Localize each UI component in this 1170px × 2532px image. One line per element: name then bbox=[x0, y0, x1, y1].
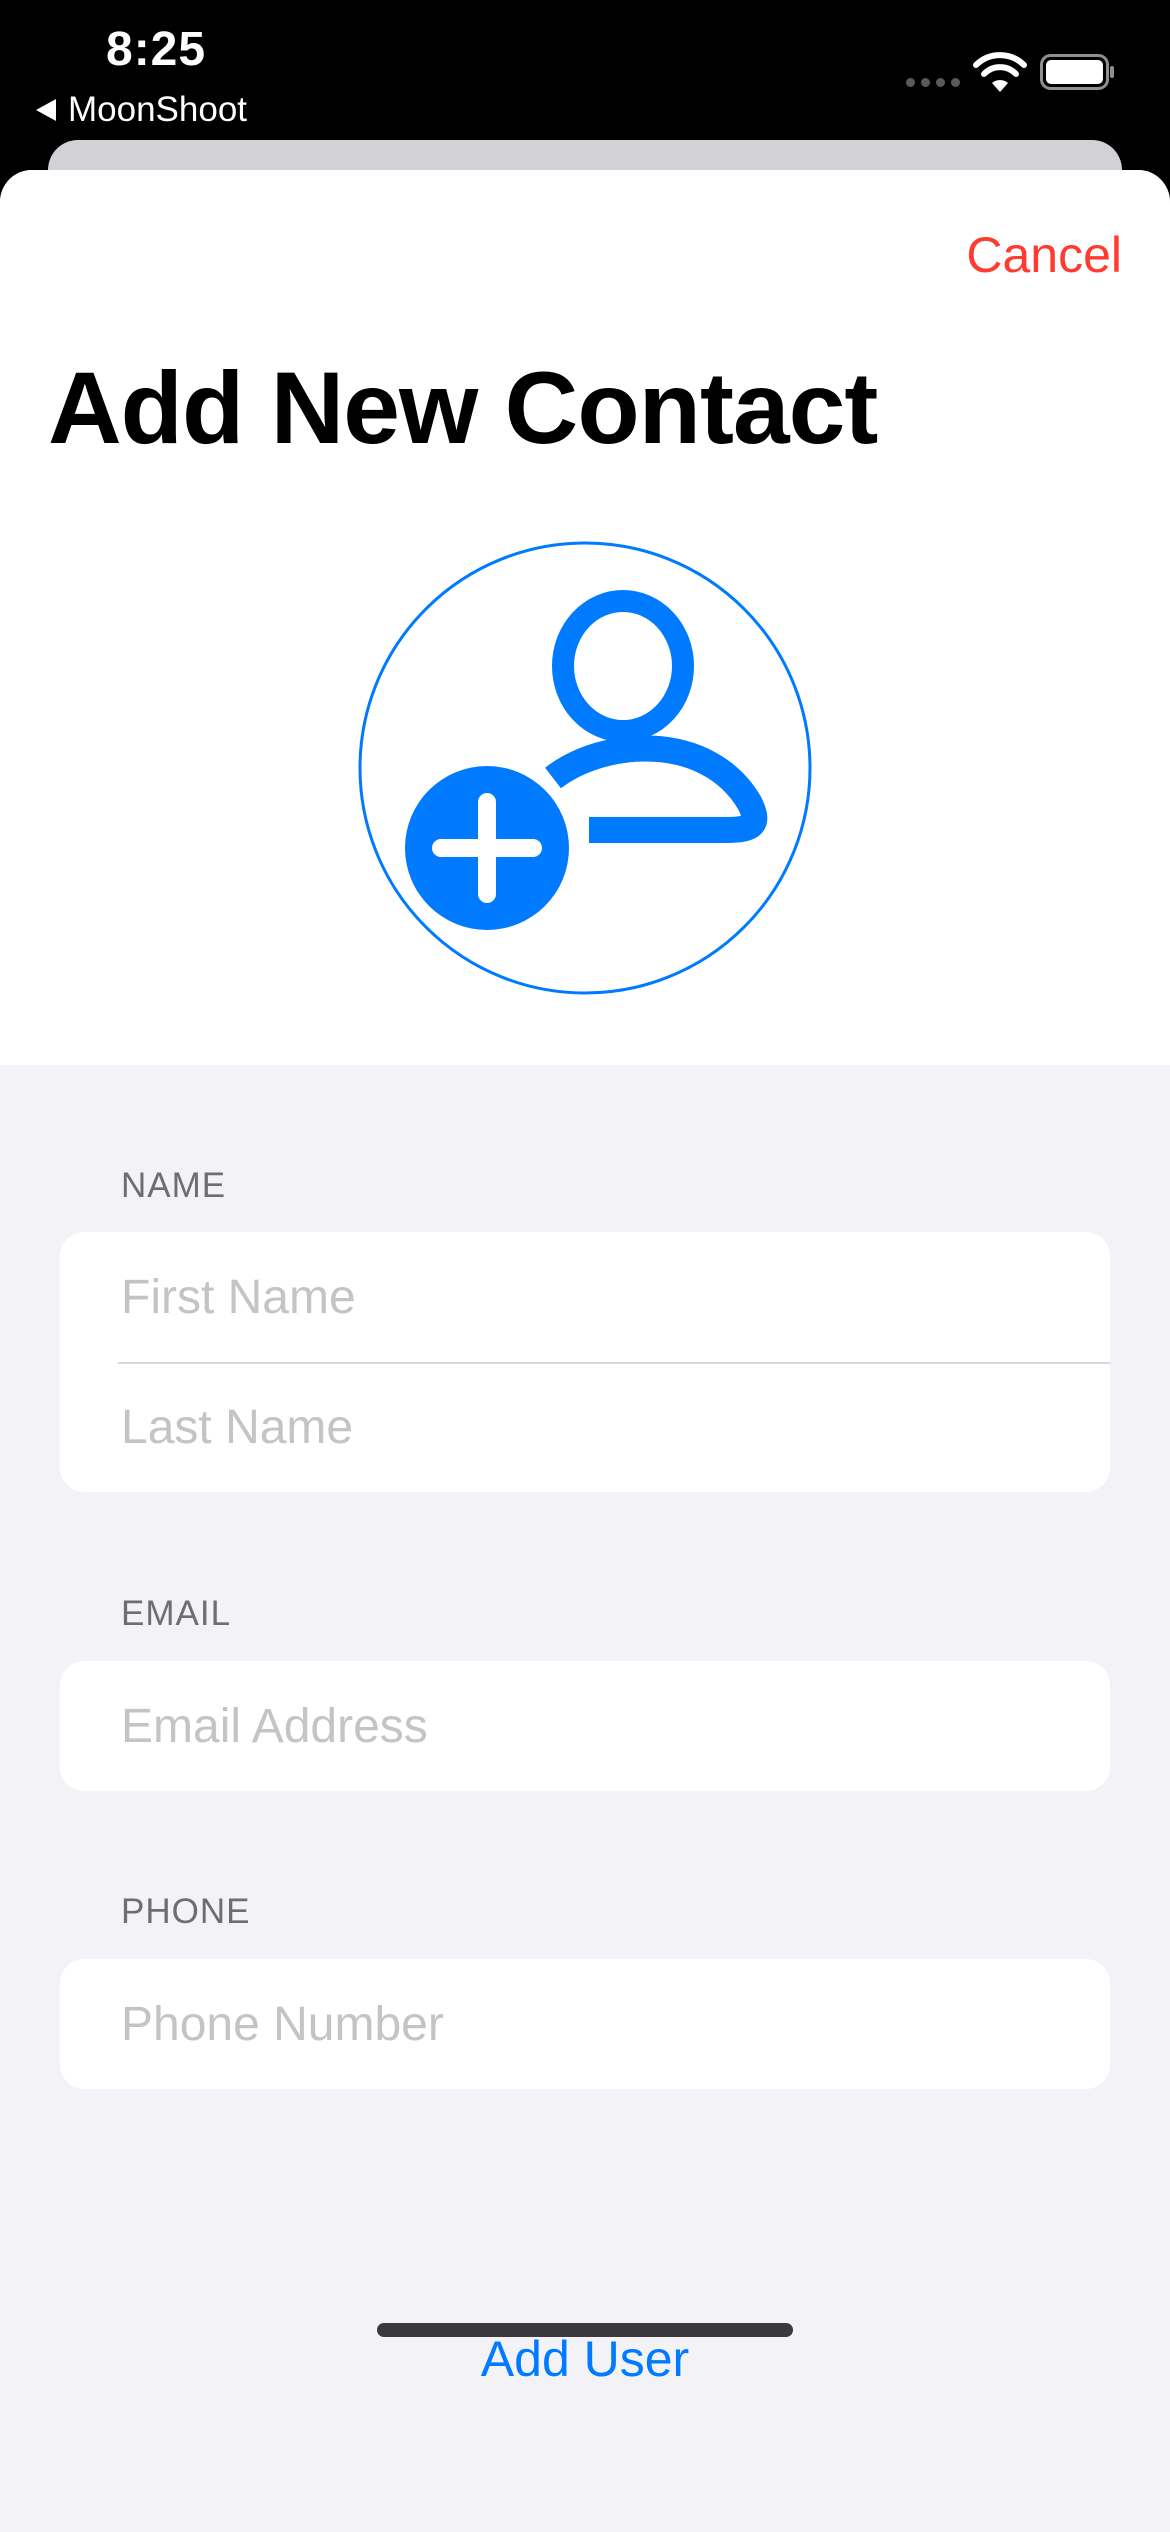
wifi-icon bbox=[973, 52, 1027, 92]
back-app-label: MoonShoot bbox=[68, 90, 248, 129]
last-name-row bbox=[60, 1362, 1110, 1492]
add-user-button[interactable]: Add User bbox=[0, 2330, 1170, 2388]
section-header-name: NAME bbox=[121, 1166, 227, 1205]
avatar[interactable] bbox=[357, 540, 813, 996]
section-header-email: EMAIL bbox=[121, 1594, 232, 1633]
phone-section-card bbox=[60, 1959, 1110, 2089]
section-header-phone: PHONE bbox=[121, 1892, 251, 1931]
field-divider bbox=[118, 1362, 1110, 1364]
home-indicator[interactable] bbox=[377, 2323, 793, 2337]
battery-icon bbox=[1040, 54, 1114, 90]
first-name-field[interactable] bbox=[121, 1269, 1021, 1325]
page-title: Add New Contact bbox=[48, 351, 878, 465]
add-contact-sheet: Cancel Add New Contact NAME First Name L… bbox=[0, 170, 1170, 2532]
phone-row bbox=[60, 1959, 1110, 2089]
phone-field[interactable] bbox=[121, 1996, 1021, 2052]
sheet-header: Cancel Add New Contact bbox=[0, 170, 1170, 1065]
cellular-signal-icon bbox=[906, 78, 960, 87]
person-badge-plus-icon bbox=[358, 541, 812, 995]
cancel-button[interactable]: Cancel bbox=[966, 226, 1122, 284]
last-name-field[interactable] bbox=[121, 1399, 1021, 1455]
email-field[interactable] bbox=[121, 1698, 1021, 1754]
email-row bbox=[60, 1661, 1110, 1791]
email-section-card bbox=[60, 1661, 1110, 1791]
name-section-card bbox=[60, 1232, 1110, 1492]
first-name-row bbox=[60, 1232, 1110, 1362]
back-arrow-icon bbox=[36, 99, 56, 121]
back-to-app-link[interactable]: MoonShoot bbox=[36, 90, 247, 130]
status-time: 8:25 bbox=[106, 23, 207, 76]
